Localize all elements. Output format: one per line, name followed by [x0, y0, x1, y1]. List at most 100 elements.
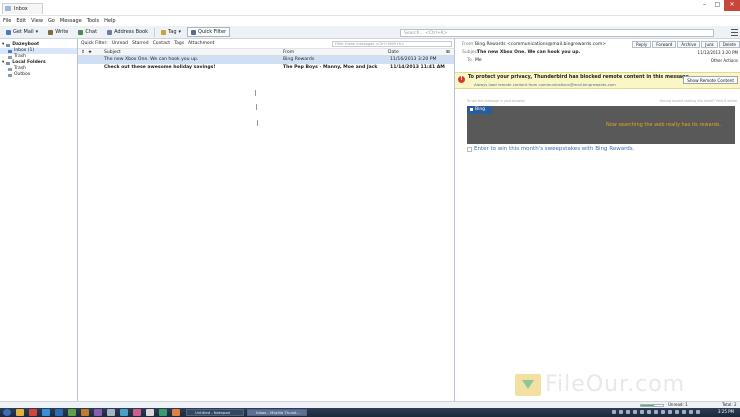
app-icon[interactable]	[94, 409, 102, 416]
to-value[interactable]: Me	[475, 57, 482, 65]
app-icon[interactable]	[133, 409, 141, 416]
mouse-cursor-icon	[255, 90, 259, 96]
filter-messages-input[interactable]: Filter these messages <Ctrl+Shift+K>	[332, 41, 452, 47]
chat-button[interactable]: Chat	[74, 27, 101, 37]
qf-starred[interactable]: Starred	[132, 41, 149, 46]
minimize-button[interactable]: –	[698, 0, 711, 11]
message-date: 11/13/2013 3:20 PM	[697, 50, 738, 55]
get-mail-button[interactable]: Get Mail ▾	[2, 27, 42, 37]
clock[interactable]: 3:25 PM	[718, 409, 734, 415]
menu-help[interactable]: Help	[104, 18, 115, 24]
tray-icon[interactable]	[619, 410, 623, 414]
explorer-icon[interactable]	[16, 409, 24, 416]
table-row[interactable]: Check out these awesome holiday savings!…	[78, 64, 454, 72]
tray-icon[interactable]	[675, 410, 679, 414]
tray-icon[interactable]	[689, 410, 693, 414]
tray-icon[interactable]	[668, 410, 672, 414]
window-tab-title: Inbox	[14, 6, 28, 12]
app-icon[interactable]	[120, 409, 128, 416]
app-icon[interactable]	[172, 409, 180, 416]
quick-filter-button[interactable]: Quick Filter	[187, 27, 231, 37]
tray-icon[interactable]	[647, 410, 651, 414]
ie-icon[interactable]	[55, 409, 63, 416]
app-icon[interactable]	[81, 409, 89, 416]
app-icon[interactable]	[159, 409, 167, 416]
qf-attachment[interactable]: Attachment	[188, 41, 214, 46]
col-subject[interactable]: Subject	[104, 49, 121, 56]
reply-button[interactable]: Reply	[632, 41, 652, 48]
media-icon[interactable]	[29, 409, 37, 416]
sweepstakes-link[interactable]: Enter to win this month's sweepstakes wi…	[467, 146, 634, 152]
app-icon[interactable]	[146, 409, 154, 416]
folder-outbox[interactable]: Outbox	[0, 72, 77, 78]
tray-icon[interactable]	[682, 410, 686, 414]
chat-icon	[78, 29, 84, 35]
qf-contact[interactable]: Contact	[153, 41, 171, 46]
app-icon[interactable]	[107, 409, 115, 416]
view-online-link[interactable]: Having trouble reading this email? View …	[660, 99, 737, 103]
other-actions-button[interactable]: Other Actions	[711, 57, 738, 65]
delete-button[interactable]: Delete	[718, 41, 740, 48]
qf-tags[interactable]: Tags	[174, 41, 184, 46]
junk-button[interactable]: Junk	[701, 41, 718, 48]
address-book-button[interactable]: Address Book	[103, 27, 152, 37]
quick-filter-bar: Quick Filter: Unread Starred Contact Tag…	[78, 39, 454, 49]
always-load-link[interactable]: Always load remote content from communic…	[474, 82, 616, 87]
taskbar: Untitled - Notepad Inbox - Mozilla Thund…	[0, 408, 740, 417]
inbox-icon	[8, 49, 12, 53]
browser-icon[interactable]	[42, 409, 50, 416]
local-folders-icon	[6, 61, 11, 65]
column-picker-icon[interactable]: ⊞	[446, 49, 450, 56]
taskbar-thunderbird[interactable]: Inbox - Mozilla Thund...	[247, 409, 307, 416]
thread-col-icon[interactable]: ⇕	[81, 49, 85, 56]
col-date[interactable]: Date	[388, 49, 399, 56]
menu-tools[interactable]: Tools	[87, 18, 99, 24]
browser-view-link[interactable]: To see this message in your browser	[467, 99, 525, 103]
archive-button[interactable]: Archive	[677, 41, 701, 48]
msg-from: Bing Rewards	[283, 57, 315, 62]
title-bar: Inbox – □ ✕	[0, 0, 740, 16]
tray-icon[interactable]	[654, 410, 658, 414]
bing-logo[interactable]: Bing	[467, 106, 492, 114]
col-from[interactable]: From	[283, 49, 294, 56]
menu-edit[interactable]: Edit	[16, 18, 26, 24]
menu-message[interactable]: Message	[60, 18, 82, 24]
tray-icon[interactable]	[696, 410, 700, 414]
tray-icon[interactable]	[612, 410, 616, 414]
message-body: To see this message in your browser Havi…	[455, 89, 740, 401]
star-col-icon[interactable]: ★	[88, 49, 92, 56]
tag-icon	[161, 29, 167, 35]
forward-button[interactable]: Forward	[652, 41, 677, 48]
maximize-button[interactable]: □	[711, 0, 724, 11]
tray-icon[interactable]	[626, 410, 630, 414]
app-menu-icon[interactable]	[731, 29, 738, 36]
pencil-icon	[48, 29, 54, 35]
window-tab[interactable]: Inbox	[2, 3, 43, 14]
taskbar-notepad[interactable]: Untitled - Notepad	[186, 409, 244, 416]
trash-icon	[8, 55, 12, 59]
close-button[interactable]: ✕	[724, 0, 740, 11]
show-remote-content-button[interactable]: Show Remote Content	[683, 76, 738, 84]
app-icon[interactable]	[68, 409, 76, 416]
promo-text: Now searching the web really has its rew…	[605, 122, 721, 128]
write-button[interactable]: Write	[44, 27, 72, 37]
tray-icon[interactable]	[661, 410, 665, 414]
table-row[interactable]: The new Xbox One. We can hook you up. Bi…	[78, 56, 454, 64]
header-to-row: To Me Other Actions	[467, 57, 738, 65]
email-banner: Bing Now searching the web really has it…	[467, 106, 735, 144]
menu-go[interactable]: Go	[48, 18, 55, 24]
volume-icon[interactable]	[640, 410, 644, 414]
menu-file[interactable]: File	[3, 18, 11, 24]
outbox-icon	[8, 73, 12, 77]
search-input[interactable]: Search... <Ctrl+K>	[400, 29, 714, 37]
menu-view[interactable]: View	[31, 18, 43, 24]
message-preview-pane: From Bing Rewards <communications@mail.b…	[455, 39, 740, 401]
warning-icon: !	[458, 76, 465, 83]
qf-unread[interactable]: Unread	[112, 41, 128, 46]
tag-button[interactable]: Tag ▾	[157, 27, 185, 37]
from-value[interactable]: Bing Rewards <communications@mail.bingre…	[475, 41, 606, 49]
start-icon[interactable]	[3, 409, 11, 416]
mouse-cursor-icon	[256, 104, 260, 110]
network-icon[interactable]	[633, 410, 637, 414]
folder-pane: ▾ Dazeyboot Inbox (1) Trash ▾ Local Fold…	[0, 39, 78, 401]
